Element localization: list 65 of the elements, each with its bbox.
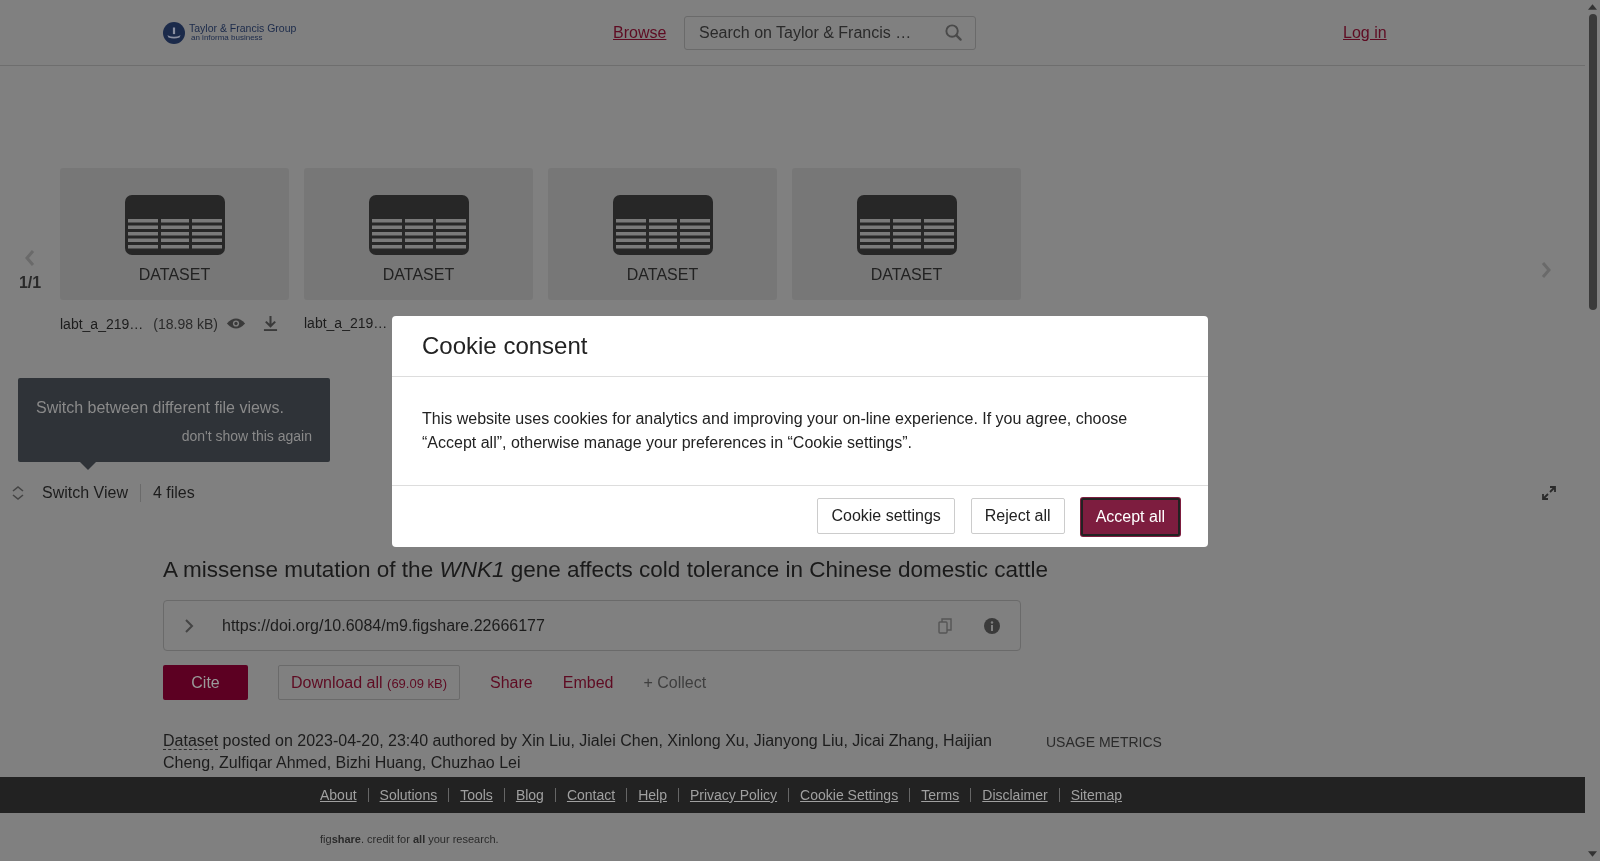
footer-link[interactable]: Disclaimer — [982, 787, 1048, 803]
expand-icon[interactable] — [184, 617, 194, 634]
switch-view-button[interactable]: Switch View — [42, 484, 141, 502]
footer-link[interactable]: Solutions — [379, 787, 438, 803]
scrollbar-thumb[interactable] — [1588, 14, 1597, 310]
file-name[interactable]: labt_a_219… — [60, 315, 144, 332]
doi-link[interactable]: https://doi.org/10.6084/m9.figshare.22666177 — [222, 616, 545, 635]
page-counter: 1/1 — [18, 274, 42, 292]
article-title: A missense mutation of the WNK1 gene affects cold tolerance in Chinese domestic cattle — [163, 557, 1050, 583]
switch-view-icon[interactable] — [11, 485, 25, 501]
footer-link[interactable]: Terms — [921, 787, 960, 803]
footer-link[interactable]: Help — [638, 787, 667, 803]
footer-link[interactable]: Contact — [566, 787, 616, 803]
file-card[interactable]: DATASET — [548, 168, 777, 300]
search-icon[interactable] — [944, 23, 963, 42]
download-all-button[interactable]: Download all (69.09 kB) — [278, 665, 461, 700]
table-icon — [856, 195, 957, 255]
table-icon — [368, 195, 469, 255]
login-link[interactable]: Log in — [1343, 23, 1387, 42]
fullscreen-icon[interactable] — [1541, 485, 1557, 501]
scroll-up-icon[interactable] — [1588, 4, 1597, 10]
file-card[interactable]: DATASET — [60, 168, 289, 300]
collect-link[interactable]: + Collect — [643, 673, 707, 692]
usage-metrics-heading: USAGE METRICS — [1046, 734, 1162, 750]
dialog-title: Cookie consent — [392, 316, 1208, 377]
action-link[interactable]: Share — [490, 673, 533, 692]
file-type-label: DATASET — [626, 266, 699, 284]
file-type-label: DATASET — [382, 266, 455, 284]
table-icon — [612, 195, 713, 255]
item-type-link[interactable]: Dataset — [163, 732, 219, 750]
dialog-button[interactable]: Reject all — [970, 498, 1065, 534]
logo-icon — [163, 21, 185, 44]
file-card[interactable]: DATASET — [792, 168, 1021, 300]
search-field[interactable]: Search on Taylor & Francis … — [684, 15, 976, 50]
action-link[interactable]: Embed — [562, 673, 614, 692]
info-icon[interactable] — [984, 617, 1000, 634]
file-card[interactable]: DATASET — [304, 168, 533, 300]
posting-details: Dataset posted on 2023-04-20, 23:40 authored by Xin Liu, Jialei Chen, Xinlong Xu, Jianyong Liu, Jicai Zhang, Haijian Cheng, Zulfiqar Ahmed, Bizhi Huang, Chuzhao Lei — [163, 731, 993, 773]
copy-icon[interactable] — [938, 617, 952, 634]
footer-link[interactable]: Privacy Policy — [689, 787, 778, 803]
file-type-label: DATASET — [870, 266, 943, 284]
cite-button[interactable]: Cite — [163, 665, 248, 700]
download-icon[interactable] — [262, 315, 278, 332]
dismiss-link[interactable]: don't show this again — [181, 428, 312, 444]
file-type-label: DATASET — [138, 266, 211, 284]
footer-link[interactable]: Sitemap — [1070, 787, 1122, 803]
browse-link[interactable]: Browse — [613, 23, 684, 42]
file-size: (18.98 kB) — [153, 315, 218, 332]
logo-name: Taylor & Francis Group — [189, 22, 297, 34]
footer-tagline: figshare. credit for all your research. — [320, 833, 499, 845]
footer-link[interactable]: Blog — [515, 787, 544, 803]
scroll-down-icon[interactable] — [1588, 851, 1597, 857]
search-input[interactable]: Search on Taylor & Francis … — [699, 23, 944, 42]
file-count: 4 files — [152, 484, 195, 502]
footer-link[interactable]: Cookie Settings — [800, 787, 899, 803]
footer-link[interactable]: About — [320, 787, 357, 803]
logo-tagline: an informa business — [191, 34, 264, 43]
file-name[interactable]: labt_a_219… — [304, 315, 388, 331]
dialog-button[interactable]: Cookie settings — [817, 498, 955, 534]
footer-link[interactable]: Tools — [460, 787, 493, 803]
eye-icon[interactable] — [225, 317, 246, 330]
table-icon — [124, 195, 225, 255]
dialog-message: This website uses cookies for analytics and improving your on-line experience. If you agree, choose “Accept all”, otherwise manage your preferences in “Cookie settings”. — [392, 377, 1208, 486]
dialog-button[interactable]: Accept all — [1080, 498, 1180, 536]
tooltip-text: Switch between different file views. — [36, 399, 285, 417]
